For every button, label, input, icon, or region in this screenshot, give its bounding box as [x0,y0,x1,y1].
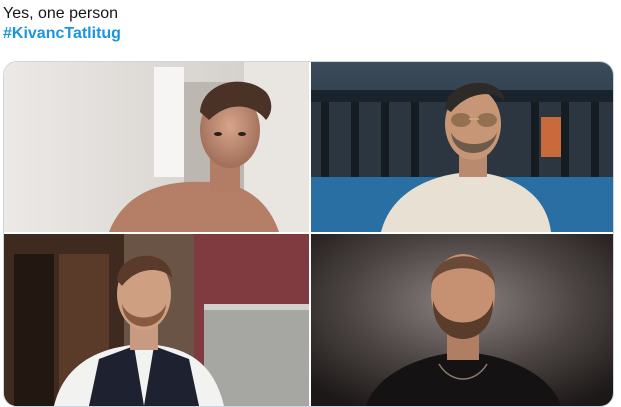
hashtag-link[interactable]: #KivancTatlitug [3,25,121,42]
tweet-text: Yes, one person #KivancTatlitug [3,4,121,44]
photo-bottom-left[interactable] [4,234,309,406]
photo-top-left[interactable] [4,62,309,232]
media-grid [3,61,614,407]
tweet: Yes, one person #KivancTatlitug [0,0,621,407]
photo-bottom-right[interactable] [311,234,613,406]
photo-top-right[interactable] [311,62,613,232]
tweet-text-line: Yes, one person [3,5,119,22]
